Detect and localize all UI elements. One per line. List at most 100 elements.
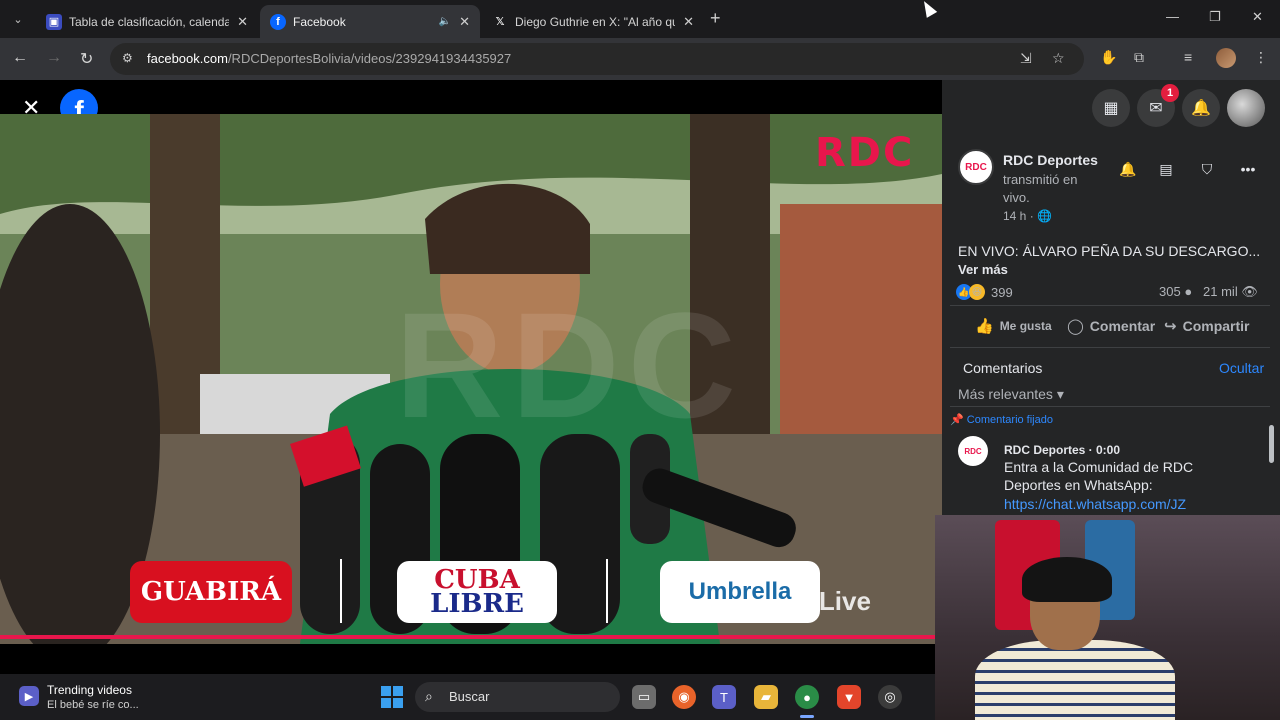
- taskbar-search[interactable]: ⌕ Buscar: [415, 682, 620, 712]
- pin-icon: 📌: [950, 414, 964, 426]
- video-widget-icon[interactable]: ▶: [19, 686, 39, 706]
- timestamp-text: 14 h ·: [1003, 209, 1034, 223]
- see-more-link[interactable]: Ver más: [958, 262, 1008, 277]
- menu-kebab-icon[interactable]: ⋮: [1254, 49, 1268, 66]
- comment-avatar[interactable]: RDC: [958, 436, 988, 466]
- post-timestamp[interactable]: 14 h · 🌐: [1003, 209, 1052, 223]
- sponsor-divider: [606, 559, 608, 623]
- tab-title: Tabla de clasificación, calendari: [69, 14, 230, 29]
- browser-toolbar: ← → ↻ ⚙ facebook.com/RDCDeportesBolivia/…: [0, 38, 1280, 80]
- pinned-text: Comentario fijado: [966, 414, 1053, 426]
- extension-icon[interactable]: ✋: [1100, 49, 1117, 66]
- comment-sort-dropdown[interactable]: Más relevantes ▾: [958, 386, 1064, 403]
- thumbs-up-icon: 👍: [975, 318, 994, 335]
- divider: [950, 347, 1270, 348]
- address-bar[interactable]: ⚙ facebook.com/RDCDeportesBolivia/videos…: [110, 43, 1084, 75]
- close-icon[interactable]: ✕: [683, 14, 694, 30]
- tab-x-post[interactable]: 𝕏 Diego Guthrie en X: "Al año qu ✕: [482, 5, 704, 38]
- puzzle-icon[interactable]: ⧉: [1134, 49, 1144, 66]
- tab-facebook[interactable]: f Facebook 🔈 ✕: [260, 5, 480, 38]
- streamer-cap: [1022, 557, 1112, 602]
- tab-title: Facebook: [293, 14, 346, 29]
- account-avatar[interactable]: [1227, 89, 1265, 127]
- firefox-icon[interactable]: ◉: [672, 685, 696, 709]
- page-name[interactable]: RDC Deportes: [1003, 152, 1098, 168]
- minimize-icon[interactable]: —: [1166, 9, 1179, 24]
- webcam-overlay: [935, 515, 1280, 720]
- url-path: /RDCDeportesBolivia/videos/2392941934435…: [227, 51, 512, 66]
- streamer-shirt: [975, 640, 1175, 720]
- reaction-count: 399: [991, 284, 1013, 300]
- haha-reaction-icon: 😆: [969, 284, 985, 300]
- chrome-icon[interactable]: ●: [795, 685, 819, 709]
- reactions-summary[interactable]: 👍 😆 399: [956, 284, 1013, 300]
- eye-icon: 👁: [1241, 284, 1258, 299]
- tab-clasificacion[interactable]: ▣ Tabla de clasificación, calendari ✕: [36, 5, 258, 38]
- tab-search-icon[interactable]: ⌄: [6, 7, 30, 31]
- share-icon: ↪: [1164, 318, 1177, 335]
- page-avatar[interactable]: RDC: [958, 149, 994, 185]
- x-icon: 𝕏: [495, 16, 505, 28]
- speaker-icon[interactable]: 🔈: [439, 16, 451, 27]
- divider: [950, 305, 1270, 306]
- browser-tabstrip: ⌄ ▣ Tabla de clasificación, calendari ✕ …: [0, 0, 1280, 38]
- new-tab-button[interactable]: +: [710, 8, 721, 29]
- forward-icon[interactable]: →: [46, 49, 62, 67]
- comment-label: Comentar: [1089, 318, 1156, 334]
- rdc-watermark: RDC: [395, 281, 744, 449]
- comment-author[interactable]: RDC Deportes · 0:00: [1004, 443, 1120, 457]
- url-host: facebook.com: [147, 51, 228, 66]
- search-icon: ⌕: [425, 688, 433, 704]
- divider: [950, 406, 1270, 407]
- comment-body: Entra a la Comunidad de RDC Deportes en …: [1004, 459, 1194, 493]
- teams-icon[interactable]: T: [712, 685, 736, 709]
- like-label: Me gusta: [999, 319, 1052, 333]
- more-options-icon[interactable]: •••: [1234, 155, 1262, 183]
- site-info-icon[interactable]: ⚙: [122, 51, 133, 65]
- doc-icon: ▣: [46, 13, 62, 30]
- tab-title: Diego Guthrie en X: "Al año qu: [515, 14, 676, 29]
- reload-icon[interactable]: ↻: [80, 49, 93, 69]
- like-button[interactable]: 👍 Me gusta: [975, 317, 1052, 335]
- brave-icon[interactable]: ▼: [837, 685, 861, 709]
- media-control-icon[interactable]: ≡: [1184, 49, 1192, 65]
- url-text: facebook.com/RDCDeportesBolivia/videos/2…: [147, 51, 511, 66]
- comment-bubble-icon: ●: [1184, 284, 1193, 299]
- share-button[interactable]: ↪ Compartir: [1164, 317, 1249, 335]
- shield-icon[interactable]: ⛉: [1193, 155, 1221, 183]
- archive-icon[interactable]: ▤: [1152, 155, 1180, 183]
- close-icon[interactable]: ✕: [459, 14, 470, 30]
- scroll-thumb[interactable]: [1269, 425, 1274, 463]
- video-player[interactable]: RDC RDC GUABIRÁ CUBA LIBRE Umbrella M Li…: [0, 114, 942, 644]
- widget-title[interactable]: Trending videos: [47, 683, 132, 697]
- comment-count[interactable]: 305: [1159, 284, 1181, 299]
- restore-icon[interactable]: ❐: [1209, 9, 1221, 25]
- post-stats: 305 ● 21 mil 👁: [1159, 284, 1258, 300]
- apps-grid-icon[interactable]: ▦: [1092, 89, 1130, 127]
- hide-comments-link[interactable]: Ocultar: [1219, 360, 1264, 376]
- notifications-bell-icon[interactable]: 🔔: [1182, 89, 1220, 127]
- close-window-icon[interactable]: ✕: [1252, 9, 1263, 25]
- bell-icon[interactable]: 🔔: [1114, 155, 1142, 183]
- channel-logo: RDC: [815, 130, 915, 176]
- task-view-icon[interactable]: ▭: [632, 685, 656, 709]
- obs-icon[interactable]: ◎: [878, 685, 902, 709]
- whatsapp-link[interactable]: https://chat.whatsapp.com/JZ: [1004, 496, 1186, 512]
- video-footer: [0, 644, 942, 674]
- back-icon[interactable]: ←: [12, 49, 28, 67]
- post-subtitle: transmitió en vivo.: [1003, 172, 1078, 205]
- video-accent-bar: [0, 635, 942, 639]
- file-explorer-icon[interactable]: ▰: [754, 685, 778, 709]
- view-count: 21 mil: [1203, 284, 1238, 299]
- widget-subtitle[interactable]: El bebé se ríe co...: [47, 699, 139, 711]
- bookmark-star-icon[interactable]: ☆: [1052, 50, 1065, 67]
- comment-button[interactable]: ◯ Comentar: [1067, 317, 1155, 335]
- windows-start-icon[interactable]: [381, 686, 403, 708]
- share-label: Compartir: [1182, 318, 1250, 334]
- sponsor-guabira: GUABIRÁ: [130, 561, 292, 623]
- facebook-icon: f: [270, 13, 286, 30]
- profile-avatar[interactable]: [1216, 48, 1236, 68]
- post-text: EN VIVO: ÁLVARO PEÑA DA SU DESCARGO...: [958, 243, 1261, 259]
- close-icon[interactable]: ✕: [237, 14, 248, 30]
- install-app-icon[interactable]: ⇲: [1020, 50, 1032, 67]
